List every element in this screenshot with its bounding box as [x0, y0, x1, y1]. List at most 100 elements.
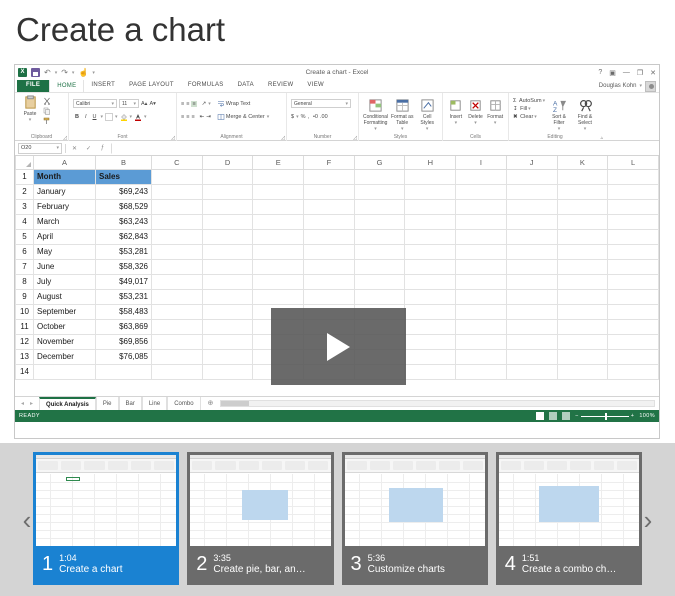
- cell-j3[interactable]: [505, 198, 558, 215]
- cell-c4[interactable]: [151, 213, 203, 230]
- cell-b2[interactable]: $69,243: [95, 183, 152, 200]
- cell-k6[interactable]: [556, 243, 609, 260]
- cell-e7[interactable]: [252, 258, 305, 275]
- cell-c14[interactable]: [151, 363, 203, 380]
- cell-f7[interactable]: [303, 258, 355, 275]
- cell-d9[interactable]: [201, 288, 254, 305]
- cell-c2[interactable]: [151, 183, 203, 200]
- cell-l5[interactable]: [607, 228, 659, 245]
- decrease-decimal-button[interactable]: .00: [320, 114, 328, 120]
- bottom-align-button[interactable]: ≡: [191, 100, 197, 107]
- cell-c11[interactable]: [151, 318, 203, 335]
- horizontal-scrollbar[interactable]: [220, 397, 659, 410]
- cell-l10[interactable]: [607, 303, 659, 320]
- cell-d1[interactable]: [201, 168, 254, 185]
- cell-j4[interactable]: [505, 213, 558, 230]
- tab-insert[interactable]: INSERT: [84, 79, 122, 92]
- row-header[interactable]: 14: [15, 363, 34, 380]
- zoom-in-button[interactable]: +: [631, 413, 635, 419]
- carousel-thumbnail-4[interactable]: 4 1:51 Create a combo ch…: [495, 452, 642, 585]
- font-color-caret-icon[interactable]: ▾: [144, 114, 147, 120]
- bold-button[interactable]: B: [73, 114, 81, 120]
- cell-l13[interactable]: [607, 348, 659, 365]
- cell-a1[interactable]: Month: [33, 168, 96, 185]
- row-header[interactable]: 3: [15, 198, 34, 215]
- cell-a3[interactable]: February: [33, 198, 96, 215]
- accounting-format-button[interactable]: $: [291, 114, 294, 120]
- wrap-text-button[interactable]: Wrap Text: [217, 100, 250, 108]
- cell-d8[interactable]: [201, 273, 254, 290]
- insert-function-icon[interactable]: ƒ: [97, 145, 108, 151]
- name-box[interactable]: O20 ▾: [18, 142, 62, 154]
- cell-k12[interactable]: [556, 333, 609, 350]
- decrease-font-size-button[interactable]: A▾: [149, 101, 155, 107]
- underline-button[interactable]: U: [91, 114, 99, 120]
- fill-color-icon[interactable]: [120, 113, 128, 121]
- cell-j13[interactable]: [505, 348, 558, 365]
- font-color-icon[interactable]: [134, 113, 142, 121]
- cell-h6[interactable]: [404, 243, 457, 260]
- cell-e6[interactable]: [252, 243, 305, 260]
- column-header-g[interactable]: G: [353, 156, 406, 170]
- sheet-tab-line[interactable]: Line: [141, 397, 168, 410]
- comma-style-button[interactable]: ,: [307, 114, 309, 120]
- copy-icon[interactable]: [43, 107, 51, 115]
- cell-i6[interactable]: [455, 243, 507, 260]
- cell-d6[interactable]: [201, 243, 254, 260]
- cell-e3[interactable]: [252, 198, 305, 215]
- tab-page-layout[interactable]: PAGE LAYOUT: [122, 79, 181, 92]
- cell-e4[interactable]: [252, 213, 305, 230]
- cell-e5[interactable]: [252, 228, 305, 245]
- column-header-a[interactable]: A: [33, 156, 96, 170]
- cell-a13[interactable]: December: [33, 348, 96, 365]
- merge-center-caret-icon[interactable]: ▾: [267, 114, 270, 120]
- cell-c3[interactable]: [151, 198, 203, 215]
- collapse-ribbon-icon[interactable]: ▵: [600, 135, 603, 141]
- number-format-select[interactable]: General ▾: [291, 99, 351, 108]
- cell-h5[interactable]: [404, 228, 457, 245]
- cell-a11[interactable]: October: [33, 318, 96, 335]
- cell-a10[interactable]: September: [33, 303, 96, 320]
- font-size-input[interactable]: 11 ▾: [119, 99, 139, 108]
- cell-h10[interactable]: [404, 303, 457, 320]
- cell-c10[interactable]: [151, 303, 203, 320]
- account-caret-icon[interactable]: ▾: [639, 83, 642, 89]
- cell-l6[interactable]: [607, 243, 659, 260]
- zoom-slider-knob[interactable]: [604, 412, 607, 420]
- merge-and-center-button[interactable]: Merge & Center: [217, 113, 265, 121]
- cell-i14[interactable]: [455, 363, 507, 380]
- top-align-button[interactable]: ≡: [181, 101, 184, 107]
- paste-caret-icon[interactable]: ▾: [29, 117, 32, 123]
- cell-j2[interactable]: [505, 183, 558, 200]
- delete-caret-icon[interactable]: ▾: [474, 120, 477, 126]
- sheet-tab-combo[interactable]: Combo: [167, 397, 201, 410]
- cell-i9[interactable]: [455, 288, 507, 305]
- cell-d4[interactable]: [201, 213, 254, 230]
- column-header-e[interactable]: E: [252, 156, 305, 170]
- cell-h4[interactable]: [404, 213, 457, 230]
- name-box-caret-icon[interactable]: ▾: [56, 145, 59, 151]
- cell-j5[interactable]: [505, 228, 558, 245]
- cell-f6[interactable]: [303, 243, 355, 260]
- row-header[interactable]: 12: [15, 333, 34, 350]
- cell-h3[interactable]: [404, 198, 457, 215]
- increase-font-size-button[interactable]: A▴: [141, 101, 147, 107]
- sheet-next-icon[interactable]: ▸: [30, 400, 33, 407]
- enter-entry-icon[interactable]: ✓: [83, 145, 94, 152]
- row-header[interactable]: 10: [15, 303, 34, 320]
- cell-i1[interactable]: [455, 168, 507, 185]
- format-caret-icon[interactable]: ▾: [494, 120, 497, 126]
- alignment-dialog-launcher-icon[interactable]: ◿: [281, 135, 285, 141]
- carousel-thumbnail-1[interactable]: 1 1:04 Create a chart: [33, 452, 180, 585]
- column-header-f[interactable]: F: [303, 156, 355, 170]
- cell-f8[interactable]: [303, 273, 355, 290]
- row-header[interactable]: 5: [15, 228, 34, 245]
- cell-b1[interactable]: Sales: [95, 168, 152, 185]
- cell-g5[interactable]: [353, 228, 406, 245]
- find-select-caret-icon[interactable]: ▾: [584, 126, 587, 132]
- table-row[interactable]: 1 Month Sales: [15, 168, 659, 185]
- carousel-thumbnail-2[interactable]: 2 3:35 Create pie, bar, an…: [187, 452, 334, 585]
- row-header[interactable]: 1: [15, 168, 34, 185]
- new-sheet-button[interactable]: ⊕: [201, 397, 221, 410]
- sheet-prev-icon[interactable]: ◂: [21, 400, 24, 407]
